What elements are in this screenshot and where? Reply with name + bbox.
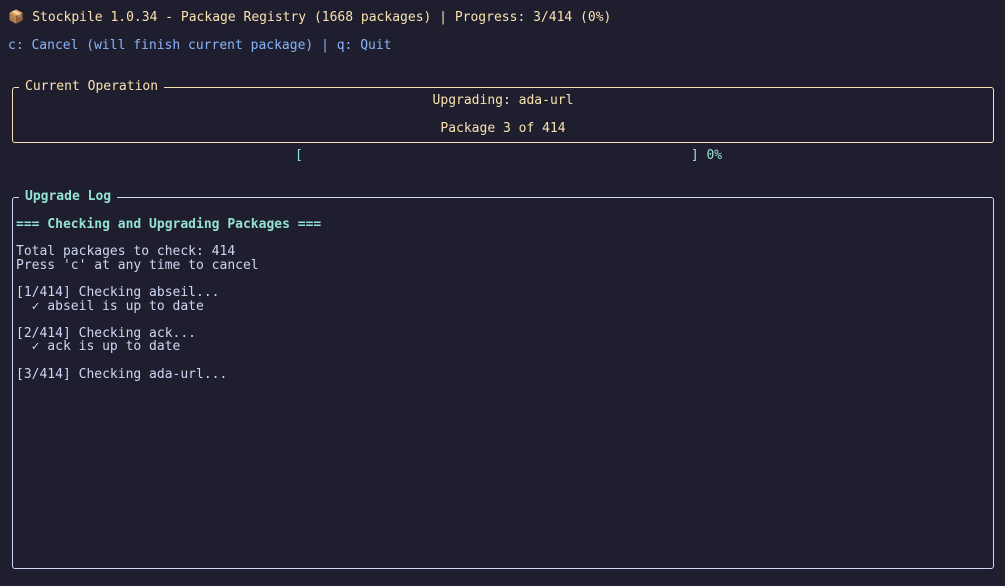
- log-entry-check: [1/414] Checking abseil...: [16, 284, 220, 300]
- log-entry-result: ✓ ack is up to date: [16, 339, 181, 355]
- window-title-bar: 📦 Stockpile 1.0.34 - Package Registry (16…: [8, 10, 611, 26]
- progress-track: [307, 151, 687, 161]
- log-cancel-hint: Press 'c' at any time to cancel: [16, 257, 259, 273]
- log-heading: === Checking and Upgrading Packages ===: [16, 217, 322, 232]
- progress-right-bracket: ]: [690, 148, 699, 163]
- upgrade-log-panel[interactable]: Upgrade Log === Checking and Upgrading P…: [12, 189, 994, 569]
- progress-percent: 0%: [706, 148, 723, 163]
- log-entry-check: [3/414] Checking ada-url...: [16, 366, 228, 382]
- upgrading-status: Upgrading: ada-url: [432, 93, 574, 108]
- log-total: Total packages to check: 414: [16, 244, 236, 260]
- progress-bar: [] 0%: [295, 148, 722, 164]
- log-entry-result: ✓ abseil is up to date: [16, 298, 204, 314]
- upgrade-log-content: === Checking and Upgrading Packages === …: [16, 218, 321, 381]
- package-icon: 📦: [8, 10, 25, 25]
- app-title: Stockpile 1.0.34 - Package Registry (166…: [32, 10, 612, 25]
- keybinds-hint: c: Cancel (will finish current package) …: [8, 38, 392, 53]
- progress-left-bracket: [: [295, 148, 303, 163]
- upgrade-log-title: Upgrade Log: [19, 189, 118, 205]
- package-counter: Package 3 of 414: [440, 121, 566, 136]
- log-entry-check: [2/414] Checking ack...: [16, 325, 197, 341]
- current-operation-panel: Current Operation Upgrading: ada-url Pac…: [12, 79, 994, 143]
